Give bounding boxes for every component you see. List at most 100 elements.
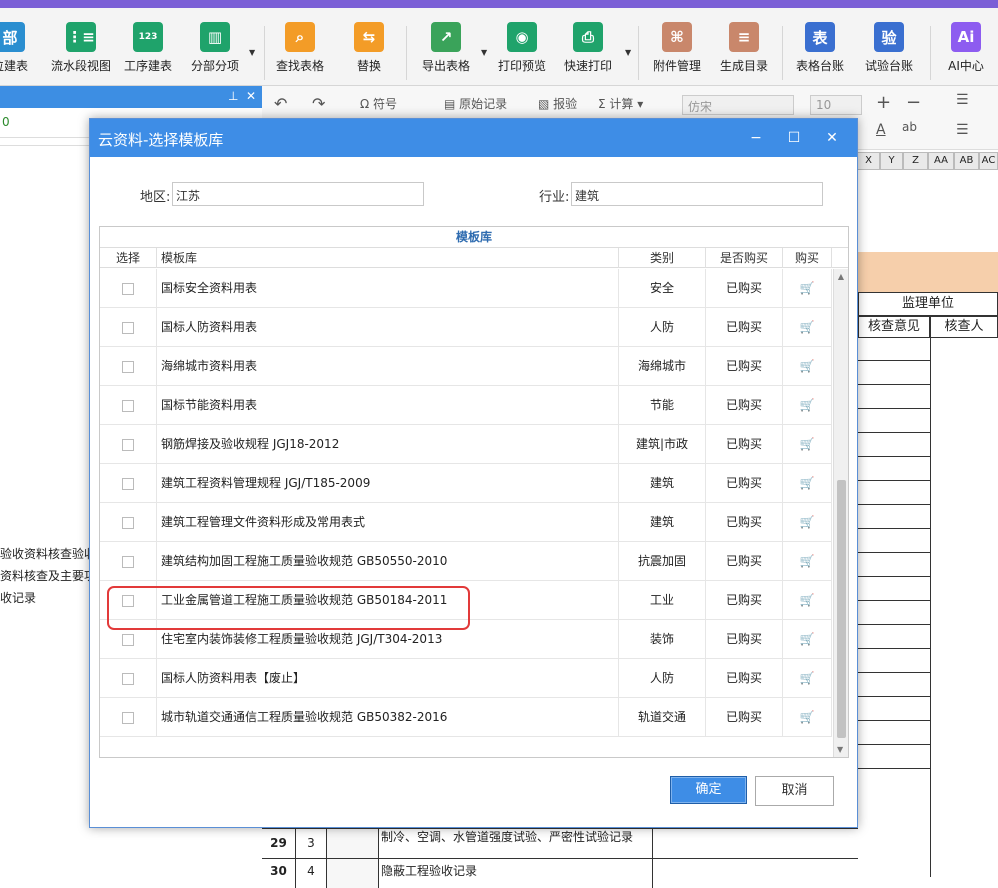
checkbox[interactable] [122, 711, 134, 724]
checkbox[interactable] [122, 555, 134, 568]
row-checkbox[interactable] [100, 425, 157, 463]
check-opinion-header: 核查意见 [858, 316, 930, 338]
report-button[interactable]: ▧ 报验 [538, 95, 577, 112]
close-icon[interactable]: ✕ [246, 89, 256, 103]
ribbon-button[interactable]: ⎙ 快速打印 [558, 16, 618, 82]
row-checkbox[interactable] [100, 542, 157, 580]
cart-icon[interactable]: 🛒 [783, 620, 832, 658]
ribbon-button[interactable]: 123 工序建表 [120, 16, 176, 82]
column-header[interactable]: Z [903, 152, 928, 170]
dropdown-arrow-icon[interactable]: ▼ [249, 48, 255, 57]
ribbon-button[interactable]: ▥ 分部分项 [184, 16, 246, 82]
row-checkbox[interactable] [100, 503, 157, 541]
template-row[interactable]: 建筑工程资料管理规程 JGJ/T185-2009 建筑 已购买 🛒 [100, 464, 832, 503]
font-select[interactable]: 仿宋 [682, 95, 794, 115]
checkbox[interactable] [122, 399, 134, 412]
align-top-icon[interactable]: ☰ [956, 92, 969, 108]
minus-icon[interactable]: − [906, 92, 921, 113]
tree-item[interactable]: 验收资料核查验收 [0, 545, 96, 562]
column-header[interactable]: X [857, 152, 880, 170]
symbol-button[interactable]: Ω 符号 [360, 95, 397, 112]
row-checkbox[interactable] [100, 659, 157, 697]
align-left-icon[interactable]: ☰ [956, 122, 969, 138]
template-row[interactable]: 城市轨道交通通信工程质量验收规范 GB50382-2016 轨道交通 已购买 🛒 [100, 698, 832, 737]
ribbon-button[interactable]: ⌘ 附件管理 [646, 16, 708, 82]
cart-icon[interactable]: 🛒 [783, 542, 832, 580]
cart-icon[interactable]: 🛒 [783, 464, 832, 502]
template-row[interactable]: 国标人防资料用表【废止】 人防 已购买 🛒 [100, 659, 832, 698]
cart-icon[interactable]: 🛒 [783, 581, 832, 619]
sheet-row[interactable]: 30 4 隐蔽工程验收记录 [262, 858, 858, 888]
row-checkbox[interactable] [100, 347, 157, 385]
checkbox[interactable] [122, 477, 134, 490]
template-row[interactable]: 建筑工程管理文件资料形成及常用表式 建筑 已购买 🛒 [100, 503, 832, 542]
ribbon-button[interactable]: 验试验台账 [860, 16, 918, 82]
checkbox[interactable] [122, 438, 134, 451]
checkbox[interactable] [122, 282, 134, 295]
checkbox[interactable] [122, 360, 134, 373]
sheet-row[interactable]: 29 3 制冷、空调、水管道强度试验、严密性试验记录 [262, 828, 858, 858]
checkbox[interactable] [122, 672, 134, 685]
undo-icon[interactable]: ↶ [274, 94, 287, 113]
dropdown-arrow-icon[interactable]: ▼ [625, 48, 631, 57]
pin-icon[interactable]: ⊥ [228, 89, 238, 103]
col-library-header: 模板库 [157, 248, 619, 268]
ribbon-button[interactable]: ◉ 打印预览 [494, 16, 550, 82]
redo-icon[interactable]: ↷ [312, 94, 325, 113]
cart-icon[interactable]: 🛒 [783, 503, 832, 541]
vertical-scrollbar[interactable]: ▲ ▼ [833, 269, 848, 757]
original-record-button[interactable]: ▤ 原始记录 [444, 95, 507, 112]
row-checkbox[interactable] [100, 698, 157, 736]
maximize-icon[interactable]: ☐ [782, 127, 806, 149]
ribbon-button[interactable]: Ai AI中心 [940, 16, 992, 82]
template-row[interactable]: 海绵城市资料用表 海绵城市 已购买 🛒 [100, 347, 832, 386]
cart-icon[interactable]: 🛒 [783, 308, 832, 346]
template-row[interactable]: 国标安全资料用表 安全 已购买 🛒 [100, 269, 832, 308]
cart-icon[interactable]: 🛒 [783, 269, 832, 307]
calc-button[interactable]: Σ 计算 ▾ [598, 95, 643, 112]
row-checkbox[interactable] [100, 269, 157, 307]
scrollbar-thumb[interactable] [837, 480, 846, 738]
ribbon-button[interactable]: 部位建表 [0, 16, 38, 82]
cart-icon[interactable]: 🛒 [783, 425, 832, 463]
ribbon-button[interactable]: ⇆ 替换 [346, 16, 392, 82]
checkbox[interactable] [122, 321, 134, 334]
column-header[interactable]: AB [954, 152, 979, 170]
dropdown-arrow-icon[interactable]: ▼ [481, 48, 487, 57]
cart-icon[interactable]: 🛒 [783, 386, 832, 424]
row-checkbox[interactable] [100, 464, 157, 502]
row-checkbox[interactable] [100, 308, 157, 346]
region-field[interactable]: 江苏 [172, 182, 424, 206]
column-header[interactable]: AA [928, 152, 954, 170]
column-header[interactable]: AC [979, 152, 998, 170]
phonetic-icon[interactable]: ab [902, 120, 917, 134]
cart-icon[interactable]: 🛒 [783, 347, 832, 385]
scroll-up-icon[interactable]: ▲ [834, 272, 848, 281]
checkbox[interactable] [122, 516, 134, 529]
minimize-icon[interactable]: − [744, 127, 768, 149]
ok-button[interactable]: 确定 [670, 776, 747, 804]
font-size-select[interactable]: 10 [810, 95, 862, 115]
font-color-icon[interactable]: A [876, 122, 886, 138]
scroll-down-icon[interactable]: ▼ [837, 745, 843, 754]
cancel-button[interactable]: 取消 [755, 776, 834, 806]
template-row[interactable]: 建筑结构加固工程施工质量验收规范 GB50550-2010 抗震加固 已购买 🛒 [100, 542, 832, 581]
ribbon-button[interactable]: ↗ 导出表格 [416, 16, 476, 82]
template-row[interactable]: 国标节能资料用表 节能 已购买 🛒 [100, 386, 832, 425]
row-checkbox[interactable] [100, 386, 157, 424]
close-icon[interactable]: ✕ [820, 127, 844, 149]
cart-icon[interactable]: 🛒 [783, 659, 832, 697]
plus-icon[interactable]: + [876, 92, 891, 113]
ribbon-button[interactable]: ⋮≡ 流水段视图 [48, 16, 114, 82]
industry-field[interactable]: 建筑 [571, 182, 823, 206]
cart-icon[interactable]: 🛒 [783, 698, 832, 736]
tree-item[interactable]: 收记录 [0, 589, 36, 606]
ribbon-button[interactable]: ⌕ 查找表格 [272, 16, 328, 82]
ribbon-button[interactable]: ≡ 生成目录 [714, 16, 774, 82]
checkbox[interactable] [122, 633, 134, 646]
template-row[interactable]: 国标人防资料用表 人防 已购买 🛒 [100, 308, 832, 347]
tree-item[interactable]: 资料核查及主要功 [0, 567, 96, 584]
template-row[interactable]: 钢筋焊接及验收规程 JGJ18-2012 建筑|市政 已购买 🛒 [100, 425, 832, 464]
ribbon-button[interactable]: 表表格台账 [792, 16, 848, 82]
column-header[interactable]: Y [880, 152, 903, 170]
